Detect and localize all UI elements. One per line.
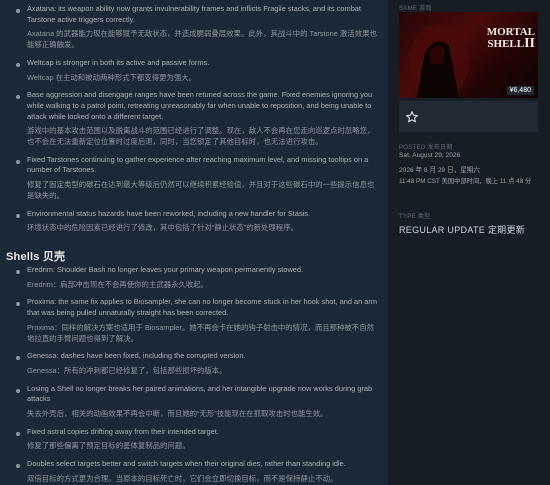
note-en: Losing a Shell no longer breaks her pair… (27, 383, 373, 404)
note-zh: 修复了固定类型的碳石在达到最大等级后仍然可以继续积累经验值，并且对于这些碳石中的… (27, 180, 375, 200)
note-zh: 双倍目标的方式更为合理。当原本的目标死亡时，它们会立即切换目标，而不是保持静止不… (27, 473, 338, 483)
section-heading-shells: Shells 贝壳 (6, 251, 66, 263)
price-badge: ¥6,480 (506, 86, 534, 95)
sidebar: SAME 游戏 MORTAL SHELLII ¥6,480 POSTED 发布日… (388, 0, 550, 485)
logo-numeral: II (524, 36, 535, 51)
list-item: Eredrim: Shoulder Bash no longer leaves … (0, 265, 380, 290)
type-label: TYPE 类型 (399, 214, 431, 220)
note-en: Environmental status hazards have been r… (27, 208, 311, 218)
posted-date-en: Sat, August 29, 2026 (399, 152, 461, 159)
note-zh: Eredrim：肩部冲击现在不会再使你的主武器永久收起。 (27, 279, 209, 289)
note-zh: Weltcap 在主动和被动两种形式下都变得更为强大。 (27, 72, 197, 82)
logo-line-2: SHELL (487, 38, 525, 50)
posted-time: 11:48 PM CST 美国中部时间，晚上 11 点 48 分 (399, 178, 532, 185)
note-en: Fixed astral copies drifting away from t… (27, 426, 219, 436)
note-en: Proxima: the same fix applies to Biosamp… (27, 297, 378, 318)
posted-date-zh: 2026 年 8 月 29 日，星期六 (399, 167, 480, 174)
same-game-label: SAME 游戏 (399, 6, 432, 12)
type-value: REGULAR UPDATE 定期更新 (399, 225, 526, 235)
list-item: Weltcap is stronger in both its active a… (0, 58, 380, 83)
note-en: Doubles select targets better and switch… (27, 459, 346, 469)
price-value: ¥6,480 (509, 87, 531, 94)
note-en: Weltcap is stronger in both its active a… (27, 57, 210, 67)
star-outline-icon (406, 111, 418, 123)
game-logo: MORTAL SHELLII (475, 26, 535, 51)
note-zh: 环境状态中的危险因素已经进行了修改，其中包括了针对“静止状态”的新处理程序。 (27, 223, 298, 233)
list-item: Doubles select targets better and switch… (0, 459, 380, 484)
note-en: Genessa: dashes have been fixed, includi… (27, 351, 246, 361)
list-item: Fixed Tarstones continuing to gather exp… (0, 155, 380, 202)
list-item: Base aggression and disengage ranges hav… (0, 90, 380, 148)
note-zh: 修复了那些偏离了预定目标的星体复制品的问题。 (27, 441, 190, 451)
posted-label: POSTED 发布日期 (399, 145, 453, 151)
list-item: Genessa: dashes have been fixed, includi… (0, 351, 380, 376)
list-item: Proxima: the same fix applies to Biosamp… (0, 297, 380, 344)
note-en: Eredrim: Shoulder Bash no longer leaves … (27, 265, 304, 274)
notes-list-shells: Eredrim: Shoulder Bash no longer leaves … (0, 265, 380, 485)
notes-list-general: Axatana: its weapon ability now grants i… (0, 4, 380, 234)
note-en: Axatana: its weapon ability now grants i… (27, 4, 361, 24)
note-zh: Genessa：所有的冲刺都已经修复了，包括那些损坏的版本。 (27, 365, 227, 375)
list-item: Fixed astral copies drifting away from t… (0, 427, 380, 452)
note-en: Base aggression and disengage ranges hav… (27, 90, 373, 121)
note-zh: Axatana 的武器能力现在能够赋予无敌状态，并造成脆弱叠层效果。此外，其战斗… (27, 29, 377, 50)
note-zh: 游戏中的基本攻击范围以及脱离战斗的范围已经进行了调整。现在，敌人不会再在您走向巡… (27, 126, 375, 147)
game-capsule[interactable]: MORTAL SHELLII ¥6,480 (399, 12, 538, 98)
list-item: Axatana: its weapon ability now grants i… (0, 4, 380, 51)
wishlist-button[interactable] (399, 101, 538, 132)
note-zh: 失去外壳后，相关的动画效果不再会中断，而且她的“无形”技能现在在抓取攻击时也能生… (27, 409, 328, 419)
patch-notes-panel: Axatana: its weapon ability now grants i… (0, 0, 388, 485)
note-en: Fixed Tarstones continuing to gather exp… (27, 154, 369, 175)
list-item: Losing a Shell no longer breaks her pair… (0, 384, 380, 420)
list-item: Environmental status hazards have been r… (0, 209, 380, 234)
note-zh: Proxima：同样的解决方案也适用于 Biosampler。她不再会卡在她的钩… (27, 322, 374, 343)
